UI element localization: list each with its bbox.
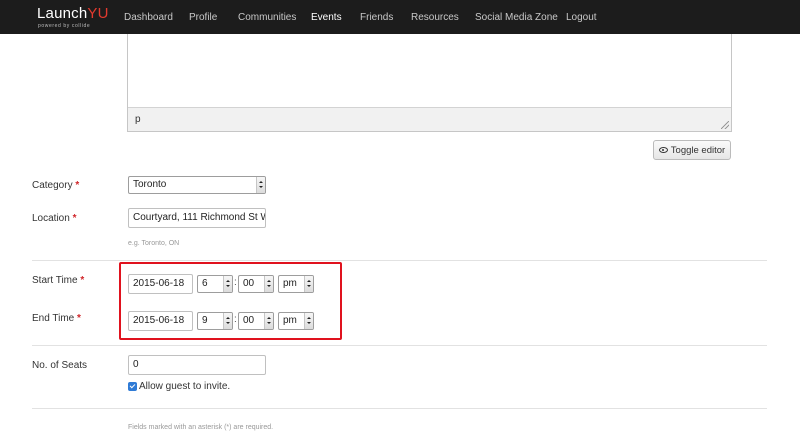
location-hint: e.g. Toronto, ON: [128, 240, 180, 247]
seats-label: No. of Seats: [32, 360, 88, 371]
start-time-label: Start Time *: [32, 275, 85, 286]
editor-status-bar: p: [128, 107, 731, 131]
required-fields-note: Fields marked with an asterisk (*) are r…: [128, 424, 274, 431]
nav-events[interactable]: Events: [311, 12, 342, 23]
nav-profile[interactable]: Profile: [189, 12, 217, 23]
toggle-editor-label: Toggle editor: [670, 144, 726, 156]
brand-name: LaunchYU: [37, 5, 109, 22]
top-navbar: LaunchYU powered by collide Dashboard Pr…: [0, 0, 800, 34]
divider: [32, 408, 767, 409]
seats-input[interactable]: 0: [128, 355, 266, 375]
eye-icon: [658, 147, 668, 153]
location-label: Location *: [32, 213, 77, 224]
toggle-editor-button[interactable]: Toggle editor: [653, 140, 731, 160]
nav-logout[interactable]: Logout: [566, 12, 597, 23]
nav-social-media-zone[interactable]: Social Media Zone: [475, 12, 558, 23]
brand-tagline: powered by collide: [38, 23, 91, 29]
end-time-label: End Time *: [32, 313, 81, 324]
editor-element-path[interactable]: p: [135, 114, 141, 125]
category-label: Category *: [32, 180, 80, 191]
divider: [32, 345, 767, 346]
nav-resources[interactable]: Resources: [411, 12, 459, 23]
nav-dashboard[interactable]: Dashboard: [124, 12, 173, 23]
allow-guest-label[interactable]: Allow guest to invite.: [139, 381, 230, 392]
nav-friends[interactable]: Friends: [360, 12, 393, 23]
category-select-value: Toronto: [133, 179, 167, 190]
nav-communities[interactable]: Communities: [238, 12, 296, 23]
description-editor[interactable]: p: [127, 34, 732, 132]
category-select[interactable]: Toronto: [128, 176, 266, 194]
resize-grip-icon[interactable]: [721, 121, 729, 129]
brand-logo[interactable]: LaunchYU powered by collide: [37, 5, 117, 31]
allow-guest-checkbox[interactable]: [128, 382, 137, 391]
highlight-annotation: [119, 262, 342, 340]
select-arrows-icon: [256, 177, 265, 193]
divider: [32, 260, 767, 261]
location-input[interactable]: Courtyard, 111 Richmond St W, Toronto: [128, 208, 266, 228]
